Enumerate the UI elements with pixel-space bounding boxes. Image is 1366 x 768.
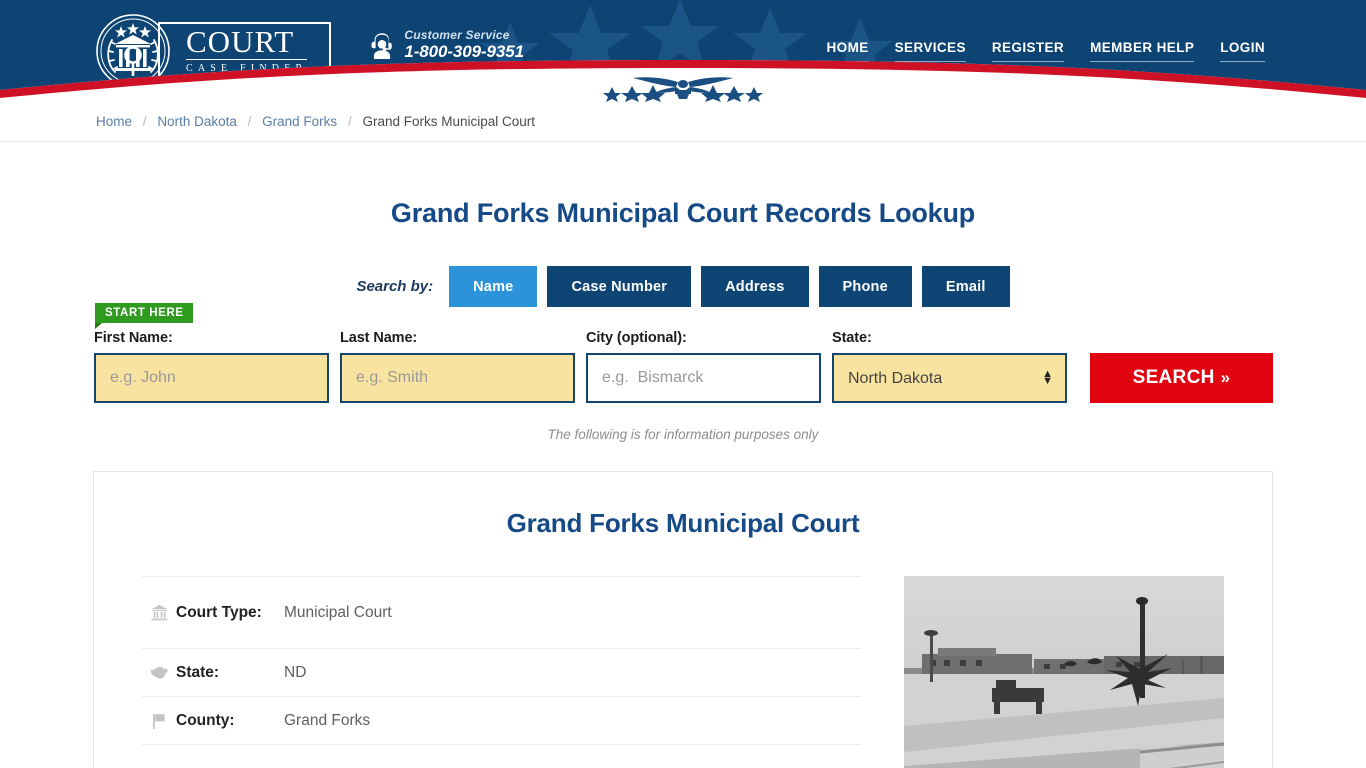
- site-header: COURT CASE FINDER Customer Service 1-800…: [0, 0, 1366, 102]
- nav-item-home[interactable]: HOME: [826, 40, 869, 62]
- fact-row-county: County: Grand Forks: [142, 697, 862, 745]
- breadcrumb-item-state[interactable]: North Dakota: [157, 114, 237, 129]
- breadcrumb: Home / North Dakota / Grand Forks / Gran…: [93, 114, 1273, 129]
- breadcrumb-bar: Home / North Dakota / Grand Forks / Gran…: [0, 102, 1366, 142]
- page-title: Grand Forks Municipal Court Records Look…: [390, 198, 976, 228]
- breadcrumb-item-home[interactable]: Home: [96, 114, 132, 129]
- us-map-icon: [142, 666, 176, 680]
- nav-item-login[interactable]: LOGIN: [1220, 40, 1265, 62]
- city-label: City (optional):: [586, 330, 687, 346]
- nav-item-services[interactable]: SERVICES: [894, 40, 966, 62]
- court-facts-list: Court Type: Municipal Court State: ND Co…: [142, 576, 862, 768]
- fact-label-state: State:: [176, 663, 220, 681]
- tab-case-number[interactable]: Case Number: [547, 266, 692, 307]
- last-name-label: Last Name:: [340, 330, 418, 346]
- search-form: START HERE First Name: Last Name: City (…: [93, 303, 1273, 403]
- fact-value-state: ND: [284, 663, 307, 681]
- fact-label-court-type: Court Type:: [176, 603, 262, 621]
- breadcrumb-separator: /: [247, 114, 252, 129]
- tab-name[interactable]: Name: [449, 266, 538, 307]
- courthouse-photo: [904, 576, 1224, 768]
- tab-address[interactable]: Address: [701, 266, 809, 307]
- state-label: State:: [832, 330, 872, 346]
- nav-item-register[interactable]: REGISTER: [991, 40, 1065, 62]
- patriotic-banner-decoration: [0, 60, 1366, 102]
- logo-title: COURT: [186, 26, 308, 60]
- courthouse-icon: [142, 604, 176, 621]
- breadcrumb-separator: /: [142, 114, 147, 129]
- nav-item-member-help[interactable]: MEMBER HELP: [1090, 40, 1195, 62]
- first-name-input[interactable]: [94, 353, 329, 403]
- first-name-group: First Name:: [94, 330, 329, 403]
- city-input[interactable]: [586, 353, 821, 403]
- double-chevron-icon: »: [1220, 368, 1231, 387]
- search-by-label: Search by:: [356, 278, 434, 295]
- search-by-tabs: Search by: Name Case Number Address Phon…: [93, 266, 1273, 307]
- customer-service-label: Customer Service: [404, 28, 510, 42]
- tab-phone[interactable]: Phone: [818, 266, 912, 307]
- customer-service: Customer Service 1-800-309-9351: [369, 28, 524, 62]
- last-name-input[interactable]: [340, 353, 575, 403]
- flag-icon: [142, 713, 176, 729]
- search-button-label: SEARCH: [1132, 367, 1215, 388]
- court-details-card: Grand Forks Municipal Court Court Type: …: [93, 471, 1273, 768]
- fact-row-state: State: ND: [142, 649, 862, 697]
- breadcrumb-separator: /: [347, 114, 352, 129]
- breadcrumb-item-county[interactable]: Grand Forks: [262, 114, 337, 129]
- fact-value-court-type: Municipal Court: [284, 603, 392, 621]
- last-name-group: Last Name:: [340, 330, 575, 403]
- headset-support-icon: [371, 33, 393, 60]
- fact-row-court-type: Court Type: Municipal Court: [142, 577, 862, 649]
- main-navigation: HOME SERVICES REGISTER MEMBER HELP LOGIN: [826, 40, 1273, 62]
- disclaimer-text: The following is for information purpose…: [547, 427, 819, 442]
- start-here-badge: START HERE: [95, 303, 193, 329]
- fact-label-county: County:: [176, 711, 235, 729]
- breadcrumb-item-current: Grand Forks Municipal Court: [362, 114, 536, 129]
- city-group: City (optional):: [586, 330, 821, 403]
- fact-value-county: Grand Forks: [284, 711, 371, 729]
- state-group: State: North Dakota ▲ ▼: [832, 330, 1067, 403]
- search-button[interactable]: SEARCH »: [1090, 353, 1273, 403]
- first-name-label: First Name:: [94, 330, 173, 346]
- court-name-title: Grand Forks Municipal Court: [506, 508, 860, 538]
- main-content: Grand Forks Municipal Court Records Look…: [93, 198, 1273, 768]
- tab-email[interactable]: Email: [921, 266, 1010, 307]
- state-select[interactable]: North Dakota: [832, 353, 1067, 403]
